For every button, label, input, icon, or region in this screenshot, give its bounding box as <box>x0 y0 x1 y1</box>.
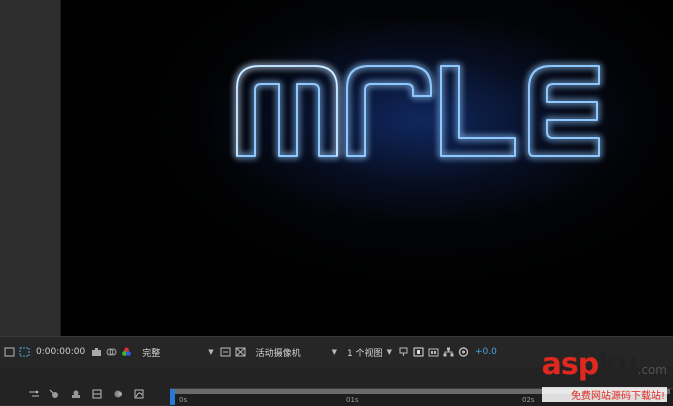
dropdown-arrow-icon[interactable]: ▼ <box>332 348 337 356</box>
shy-layers-icon[interactable] <box>70 389 82 399</box>
watermark-logo: aspku.com <box>542 350 667 385</box>
view-options-icon[interactable] <box>398 344 409 360</box>
composition-viewer[interactable] <box>61 0 673 336</box>
region-of-interest-icon[interactable] <box>4 344 15 360</box>
color-channel-icon[interactable] <box>121 344 132 360</box>
toggle-grid-icon[interactable] <box>235 344 246 360</box>
watermark-brand-a: asp <box>541 347 600 382</box>
layout-icon[interactable] <box>428 344 439 360</box>
neon-letters <box>236 65 600 157</box>
views-dropdown[interactable]: 1 个视图 ▼ <box>347 346 392 359</box>
camera-snapshot-icon[interactable] <box>91 344 102 360</box>
views-value: 1 个视图 <box>346 348 383 359</box>
exposure-value[interactable]: +0.0 <box>475 347 497 357</box>
camera-value: 活动摄像机 <box>255 348 301 359</box>
resolution-dropdown[interactable]: 完整 <box>142 346 198 359</box>
ruler-tick-label: 0s <box>179 396 188 404</box>
ruler-tick-label: 01s <box>346 396 359 404</box>
motion-blur-icon[interactable] <box>112 389 124 399</box>
current-time-display[interactable]: 0:00:00:00 <box>36 347 85 357</box>
timeline-switches <box>28 389 145 399</box>
flowchart-icon[interactable] <box>443 344 454 360</box>
show-snapshot-icon[interactable] <box>106 344 117 360</box>
camera-dropdown[interactable]: 活动摄像机 <box>256 346 322 359</box>
graph-editor-icon[interactable] <box>133 389 145 399</box>
current-time-indicator[interactable] <box>170 389 175 405</box>
3d-view-icon[interactable] <box>413 344 424 360</box>
composition-mini-flowchart-icon[interactable] <box>28 389 40 399</box>
dropdown-arrow-icon[interactable]: ▼ <box>208 348 213 356</box>
watermark-domain: .com <box>637 363 667 377</box>
watermark-brand-b: ku <box>598 347 638 382</box>
watermark-subtitle: 免费网站源码下载站! <box>541 387 667 402</box>
draft-3d-icon[interactable] <box>49 389 61 399</box>
aspku-watermark: aspku.com 免费网站源码下载站! <box>541 350 667 402</box>
exposure-icon[interactable] <box>458 344 469 360</box>
resolution-value: 完整 <box>142 348 161 359</box>
transparency-grid-icon[interactable] <box>19 344 30 360</box>
fast-preview-icon[interactable] <box>220 344 231 360</box>
frame-blending-icon[interactable] <box>91 389 103 399</box>
dropdown-arrow-icon: ▼ <box>386 348 392 356</box>
ruler-tick-label: 02s <box>522 396 535 404</box>
project-panel <box>0 0 61 336</box>
neon-title-graphic <box>236 65 600 157</box>
